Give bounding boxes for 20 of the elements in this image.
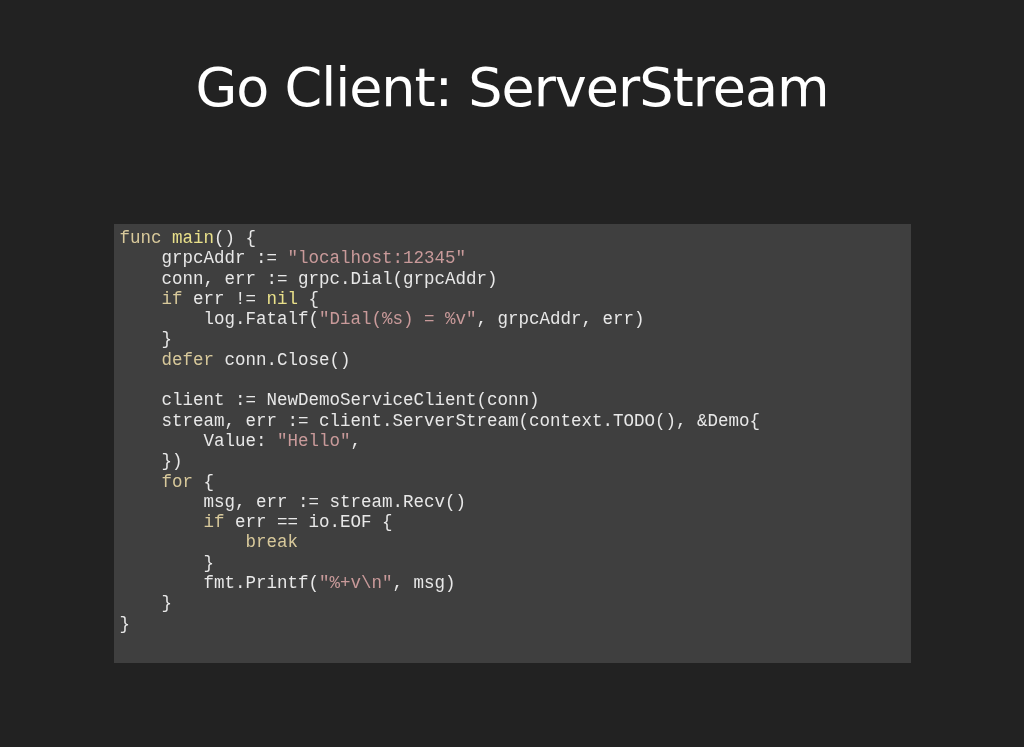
code-line: if err == io.EOF { [202, 512, 393, 533]
code-line: stream, err := client.ServerStream(context.TODO(), &Demo{ [160, 410, 761, 431]
code-line: grpcAddr := "localhost:12345" [160, 248, 467, 269]
code-line: msg, err := stream.Recv() [202, 491, 467, 513]
code-line: break [244, 532, 299, 553]
code-line: } [160, 593, 172, 614]
code-line: if err != nil { [160, 288, 320, 310]
code-line: } [202, 552, 214, 574]
code-line: for { [160, 471, 215, 492]
code-line: } [119, 613, 130, 634]
code-line: fmt.Printf("%+v\n", msg) [202, 573, 456, 594]
slide-title: Go Client: ServerStream [195, 55, 829, 121]
code-line: Value: "Hello", [202, 430, 362, 452]
code-line: conn, err := grpc.Dial(grpcAddr) [160, 268, 498, 289]
code-line: client := NewDemoServiceClient(conn) [160, 390, 540, 411]
code-line: func main() { [119, 228, 257, 249]
code-line: }) [160, 451, 183, 472]
code-line: defer conn.Close() [160, 349, 351, 371]
code-line: log.Fatalf("Dial(%s) = %v", grpcAddr, err) [202, 309, 645, 330]
code-line: } [160, 329, 172, 350]
